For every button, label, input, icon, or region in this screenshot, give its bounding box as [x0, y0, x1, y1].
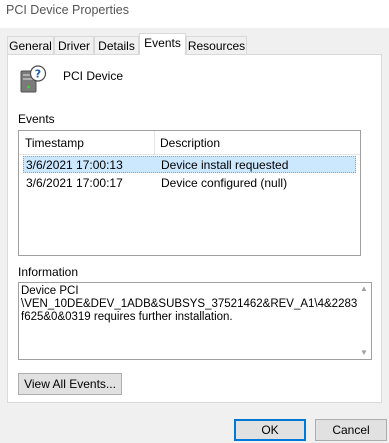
svg-text:?: ? [35, 68, 41, 81]
tab-general[interactable]: General [7, 36, 54, 55]
window-title: PCI Device Properties [6, 3, 129, 17]
table-row[interactable]: 3/6/2021 17:00:13 Device install request… [23, 156, 356, 173]
cancel-button[interactable]: Cancel [315, 419, 387, 441]
events-table[interactable]: Timestamp Description 3/6/2021 17:00:13 … [18, 130, 361, 256]
tab-events[interactable]: Events [139, 33, 186, 55]
tab-strip: General Driver Details Events Resources [0, 33, 389, 55]
view-all-events-button[interactable]: View All Events... [18, 373, 122, 395]
row-timestamp: 3/6/2021 17:00:13 [26, 158, 123, 172]
scroll-down-arrow-icon[interactable]: ▼ [358, 348, 370, 358]
unknown-device-icon: ? [20, 65, 47, 93]
device-name: PCI Device [63, 69, 124, 83]
tab-details[interactable]: Details [94, 36, 139, 55]
column-header-timestamp[interactable]: Timestamp [25, 136, 84, 150]
row-description: Device install requested [161, 158, 289, 172]
row-timestamp: 3/6/2021 17:00:17 [26, 176, 123, 190]
title-bar: PCI Device Properties [0, 0, 389, 28]
column-header-description[interactable]: Description [160, 136, 220, 150]
scroll-up-arrow-icon[interactable]: ▲ [358, 284, 370, 294]
ok-button[interactable]: OK [234, 419, 306, 441]
information-text: Device PCI \VEN_10DE&DEV_1ADB&SUBSYS_375… [21, 285, 358, 323]
tab-resources[interactable]: Resources [186, 36, 247, 55]
column-divider[interactable] [154, 131, 155, 155]
row-description: Device configured (null) [161, 176, 288, 190]
events-table-header: Timestamp Description [19, 131, 360, 155]
information-textbox[interactable]: Device PCI \VEN_10DE&DEV_1ADB&SUBSYS_375… [18, 282, 372, 360]
table-row[interactable]: 3/6/2021 17:00:17 Device configured (nul… [23, 174, 356, 191]
tab-driver[interactable]: Driver [54, 36, 94, 55]
events-section-label: Events [18, 112, 55, 126]
information-section-label: Information [18, 265, 79, 279]
